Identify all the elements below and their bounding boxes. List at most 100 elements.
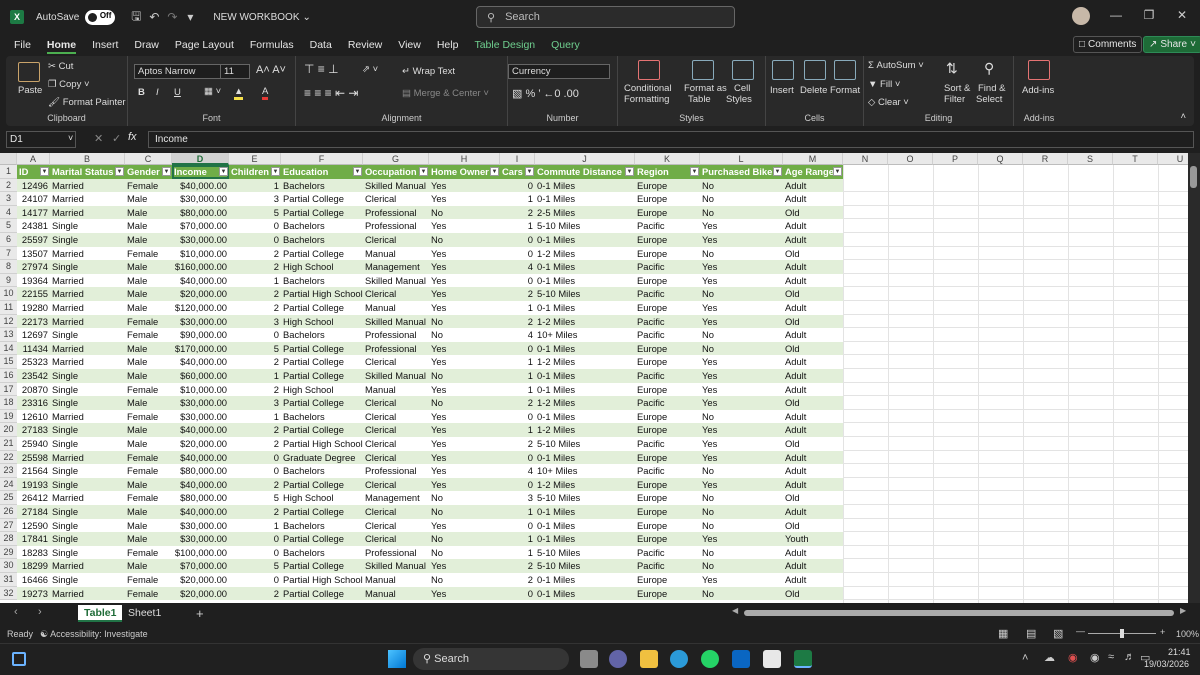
windows-start-icon[interactable]	[388, 650, 406, 668]
table-cell[interactable]: Yes	[700, 260, 783, 274]
spreadsheet-grid[interactable]: A B C D E F G H I J K L M N O P Q R S T U 1 ID ▼ Marital Status ▼…	[0, 153, 1188, 603]
row-header[interactable]: 31	[0, 573, 17, 587]
table-cell[interactable]: 0-1 Miles	[535, 410, 635, 424]
insert-function-icon[interactable]: fx	[128, 131, 137, 143]
table-cell[interactable]: 3	[229, 192, 281, 206]
table-cell[interactable]: 5	[229, 206, 281, 220]
table-cell[interactable]: No	[700, 206, 783, 220]
filter-dropdown-icon[interactable]: ▼	[162, 167, 171, 176]
fill-button[interactable]: ▼ Fill ˅	[868, 79, 900, 90]
number-format-icons[interactable]: ▧ % ’ ←0 .00	[512, 87, 579, 100]
table-header-cell[interactable]: Age Range ▼	[783, 165, 843, 179]
table-cell[interactable]: Yes	[700, 532, 783, 546]
table-cell[interactable]: 1	[500, 369, 535, 383]
table-cell[interactable]: Clerical	[363, 233, 429, 247]
table-cell[interactable]: 12697	[17, 328, 50, 342]
table-cell[interactable]: Single	[50, 423, 125, 437]
vertical-scrollbar[interactable]	[1188, 153, 1200, 603]
filter-dropdown-icon[interactable]: ▼	[625, 167, 634, 176]
table-cell[interactable]: No	[700, 464, 783, 478]
table-cell[interactable]: Yes	[429, 464, 500, 478]
table-cell[interactable]: Bachelors	[281, 274, 363, 288]
share-button[interactable]: ↗ Share ˅	[1143, 36, 1200, 53]
column-header[interactable]: C	[125, 153, 172, 165]
table-cell[interactable]: 1	[229, 369, 281, 383]
table-cell[interactable]: No	[700, 519, 783, 533]
column-header[interactable]: Q	[978, 153, 1023, 165]
row-header[interactable]: 4	[0, 205, 17, 220]
table-cell[interactable]: Female	[125, 179, 172, 193]
table-cell[interactable]: Adult	[783, 301, 843, 315]
table-cell[interactable]: Adult	[783, 573, 843, 587]
table-cell[interactable]: $30,000.00	[172, 410, 229, 424]
table-cell[interactable]: Old	[783, 587, 843, 601]
tray-cloud-icon[interactable]: ☁	[1044, 651, 1055, 664]
file-explorer-icon[interactable]	[640, 650, 658, 668]
table-cell[interactable]: Partial College	[281, 396, 363, 410]
taskbar-search[interactable]: ⚲ Search	[413, 648, 569, 670]
accessibility-status[interactable]: ☯ Accessibility: Investigate	[40, 629, 148, 640]
table-cell[interactable]: Single	[50, 219, 125, 233]
customize-toolbar-icon[interactable]: ▾	[181, 10, 199, 24]
table-cell[interactable]: Female	[125, 464, 172, 478]
edge-icon[interactable]	[670, 650, 688, 668]
table-cell[interactable]: 23542	[17, 369, 50, 383]
table-cell[interactable]: Europe	[635, 451, 700, 465]
table-cell[interactable]: Adult	[783, 369, 843, 383]
table-cell[interactable]: Married	[50, 192, 125, 206]
table-cell[interactable]: No	[700, 505, 783, 519]
table-cell[interactable]: 23316	[17, 396, 50, 410]
table-cell[interactable]: Partial College	[281, 342, 363, 356]
table-cell[interactable]: 12590	[17, 519, 50, 533]
table-header-cell[interactable]: Commute Distance ▼	[535, 165, 635, 179]
table-cell[interactable]: 1-2 Miles	[535, 478, 635, 492]
table-cell[interactable]: 2	[229, 423, 281, 437]
wrap-text-button[interactable]: ↵ Wrap Text	[402, 66, 455, 77]
table-cell[interactable]: $40,000.00	[172, 355, 229, 369]
table-cell[interactable]: Pacific	[635, 437, 700, 451]
table-cell[interactable]: Single	[50, 233, 125, 247]
table-cell[interactable]: 27184	[17, 505, 50, 519]
table-cell[interactable]: Pacific	[635, 287, 700, 301]
row-header[interactable]: 5	[0, 219, 17, 233]
table-cell[interactable]: Clerical	[363, 451, 429, 465]
column-header[interactable]: H	[429, 153, 500, 165]
format-painter-button[interactable]: 🖌 Format Painter	[48, 97, 126, 108]
row-header[interactable]: 14	[0, 341, 17, 356]
filter-dropdown-icon[interactable]: ▼	[219, 167, 228, 176]
table-cell[interactable]: Partial College	[281, 423, 363, 437]
table-cell[interactable]: Yes	[700, 451, 783, 465]
delete-cells-icon[interactable]	[804, 60, 826, 80]
table-cell[interactable]: No	[700, 247, 783, 261]
table-cell[interactable]: Single	[50, 519, 125, 533]
table-cell[interactable]: $40,000.00	[172, 505, 229, 519]
table-cell[interactable]: Yes	[700, 573, 783, 587]
table-cell[interactable]: 0-1 Miles	[535, 342, 635, 356]
table-cell[interactable]: 27183	[17, 423, 50, 437]
table-cell[interactable]: Partial College	[281, 369, 363, 383]
table-cell[interactable]: No	[700, 410, 783, 424]
table-cell[interactable]: Yes	[700, 274, 783, 288]
table-cell[interactable]: Yes	[700, 355, 783, 369]
table-cell[interactable]: Old	[783, 247, 843, 261]
table-cell[interactable]: 11434	[17, 342, 50, 356]
linkedin-icon[interactable]	[732, 650, 750, 668]
table-cell[interactable]: Yes	[429, 342, 500, 356]
table-cell[interactable]: No	[429, 233, 500, 247]
table-cell[interactable]: Europe	[635, 383, 700, 397]
table-cell[interactable]: Male	[125, 396, 172, 410]
table-cell[interactable]: 22155	[17, 287, 50, 301]
table-cell[interactable]: Professional	[363, 219, 429, 233]
table-cell[interactable]: 5	[229, 342, 281, 356]
filter-dropdown-icon[interactable]: ▼	[690, 167, 699, 176]
table-cell[interactable]: Single	[50, 505, 125, 519]
table-cell[interactable]: Yes	[429, 355, 500, 369]
table-cell[interactable]: Europe	[635, 355, 700, 369]
table-cell[interactable]: Single	[50, 437, 125, 451]
table-cell[interactable]: Yes	[429, 247, 500, 261]
table-cell[interactable]: Yes	[700, 315, 783, 329]
table-cell[interactable]: Clerical	[363, 505, 429, 519]
formula-input[interactable]: Income	[148, 131, 1194, 148]
table-cell[interactable]: Bachelors	[281, 410, 363, 424]
table-cell[interactable]: 2	[229, 287, 281, 301]
